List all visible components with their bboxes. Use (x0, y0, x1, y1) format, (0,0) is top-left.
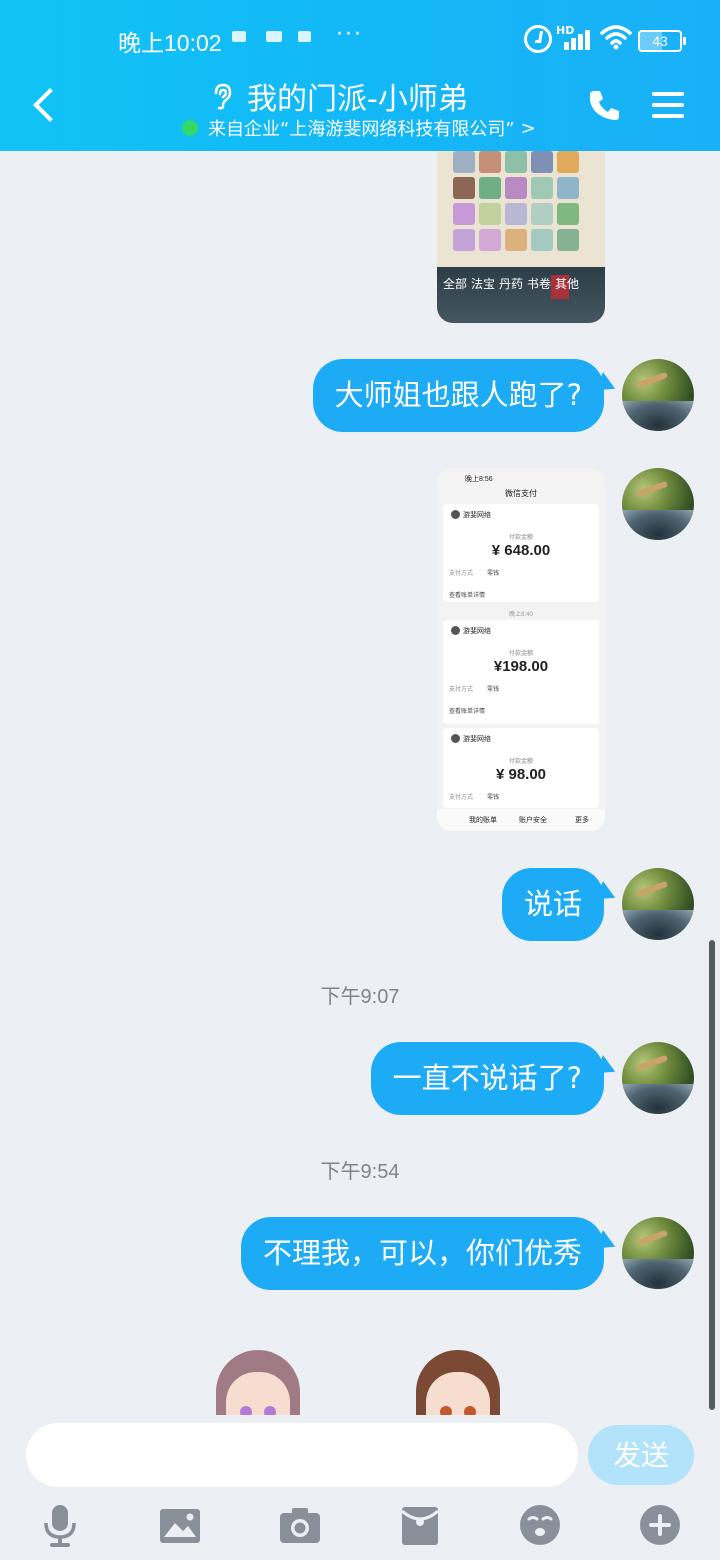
message-bubble[interactable]: 不理我，可以，你们优秀 (240, 1217, 604, 1290)
notification-icon (298, 31, 311, 42)
message-timestamp: 下午9:54 (320, 1161, 400, 1183)
tab-all: 全部 (443, 277, 468, 291)
payment-card: 游斐网络 付款金额 ¥ 98.00 支付方式 零钱 (443, 728, 599, 808)
item-grid (453, 151, 589, 251)
message-bubble[interactable]: 大师姐也跟人跑了? (312, 359, 604, 432)
payment-method: 零钱 (487, 687, 500, 693)
notification-icon (266, 31, 282, 42)
payment-card: 游斐网络 付款金额 ¥ 648.00 支付方式 零钱 查看账单详情 (443, 504, 599, 602)
emoji-icon[interactable] (518, 1503, 562, 1547)
status-time: 晚上10:02 (118, 30, 222, 56)
camera-icon[interactable] (278, 1503, 322, 1547)
amount-label: 付款金额 (508, 651, 533, 657)
message-timestamp: 下午9:07 (320, 986, 400, 1008)
screenshot-title: 微信支付 (505, 489, 537, 498)
alarm-icon (524, 25, 552, 53)
user-avatar[interactable] (622, 1042, 694, 1114)
send-button[interactable]: 发送 (588, 1425, 694, 1485)
notification-icon (232, 31, 246, 42)
red-packet-icon[interactable] (398, 1503, 442, 1547)
screenshot-footer: 我的账单 账户安全 更多 (437, 809, 605, 831)
tab-other: 其他 (555, 277, 580, 291)
tab-scroll: 书卷 (527, 277, 552, 291)
wifi-icon (600, 25, 632, 50)
message-bubble[interactable]: 说话 (501, 868, 604, 941)
more-notifications: ··· (336, 22, 363, 47)
chevron-right-icon: > (520, 117, 536, 139)
method-label: 支付方式 (449, 795, 474, 801)
phone-icon[interactable] (588, 88, 622, 122)
company-source-text: 来自企业“上海游斐网络科技有限公司” (208, 119, 515, 140)
bill-details-link: 查看账单详情 (449, 593, 486, 599)
menu-icon[interactable] (652, 90, 686, 120)
payment-method: 零钱 (487, 571, 500, 577)
payment-amount: ¥198.00 (493, 658, 549, 675)
method-label: 支付方式 (449, 687, 474, 693)
amount-label: 付款金额 (508, 535, 533, 541)
message-bubble[interactable]: 一直不说话了? (370, 1042, 604, 1115)
message-input[interactable] (26, 1423, 578, 1487)
merchant-name: 游斐网络 (463, 628, 491, 635)
tab-artifact: 法宝 (471, 277, 496, 291)
user-avatar[interactable] (622, 868, 694, 940)
microphone-icon[interactable] (38, 1503, 82, 1547)
merchant-name: 游斐网络 (463, 736, 491, 743)
payment-amount: ¥ 648.00 (491, 542, 551, 559)
amount-label: 付款金额 (508, 759, 533, 765)
battery-level: 43 (652, 33, 668, 49)
plus-icon[interactable] (638, 1503, 682, 1547)
footer-item: 更多 (575, 817, 589, 824)
game-screenshot-image[interactable]: 全部 法宝 丹药 书卷 其他 (437, 151, 605, 323)
back-button[interactable] (28, 86, 62, 126)
payment-card: 游斐网络 付款金额 ¥198.00 支付方式 零钱 查看账单详情 (443, 620, 599, 724)
category-tabs: 全部 法宝 丹药 书卷 其他 (437, 267, 605, 323)
payment-screenshot-image[interactable]: 晚上8:56 微信支付 游斐网络 付款金额 ¥ 648.00 支付方式 零钱 查… (437, 468, 605, 831)
chat-header: 晚上10:02 ··· HD 43 我的门派-小师弟 来自企业“上海游斐网络科技… (0, 0, 720, 151)
chat-toolbar (0, 1495, 720, 1560)
footer-item: 我的账单 (469, 817, 497, 824)
bill-details-link: 查看账单详情 (449, 709, 486, 715)
user-avatar[interactable] (622, 468, 694, 540)
company-source[interactable]: 来自企业“上海游斐网络科技有限公司” > (182, 116, 536, 140)
screenshot-status-time: 晚上8:56 (465, 476, 493, 483)
input-bar: 发送 (0, 1415, 720, 1495)
user-avatar[interactable] (622, 359, 694, 431)
user-avatar[interactable] (622, 1217, 694, 1289)
method-label: 支付方式 (449, 571, 474, 577)
battery-icon: 43 (638, 30, 686, 52)
image-icon[interactable] (158, 1503, 202, 1547)
signal-icon (560, 26, 592, 50)
tab-elixir: 丹药 (499, 277, 524, 291)
ear-icon (214, 83, 232, 110)
payment-amount: ¥ 98.00 (495, 766, 547, 783)
payment-method: 零钱 (487, 795, 500, 801)
chat-scrollbar[interactable] (709, 940, 715, 1410)
online-status-icon (182, 120, 198, 136)
chat-title: 我的门派-小师弟 (247, 82, 468, 117)
footer-item: 账户安全 (519, 817, 547, 824)
merchant-name: 游斐网络 (463, 512, 491, 519)
divider-time: 晚上8:40 (509, 612, 533, 618)
